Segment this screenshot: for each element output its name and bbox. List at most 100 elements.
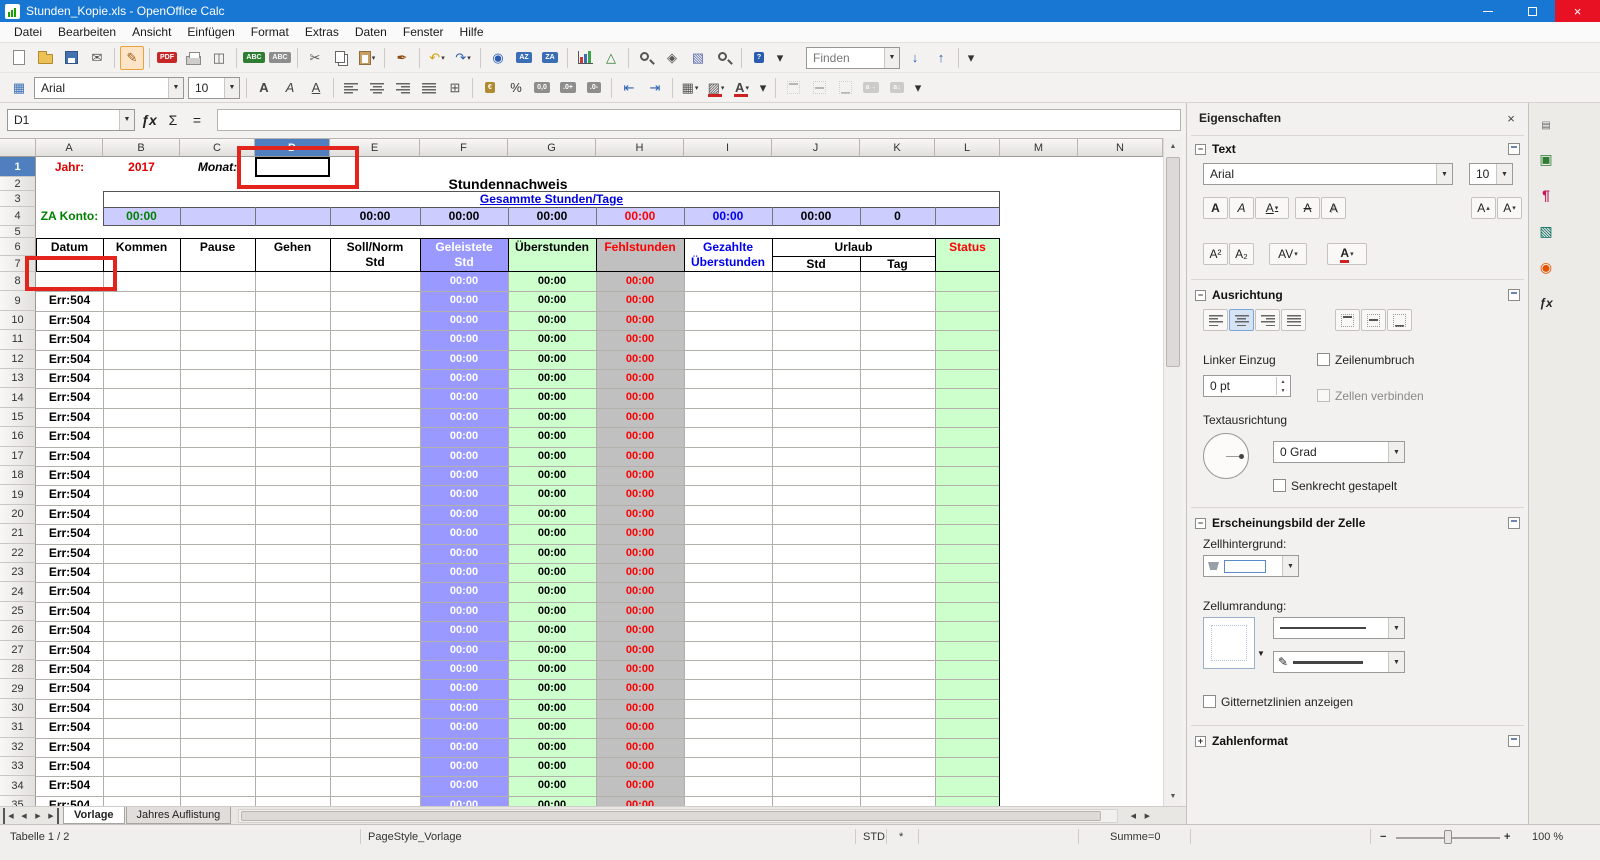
- cell-H13[interactable]: 00:00: [596, 369, 684, 388]
- clone-formatting-button[interactable]: ✒: [390, 46, 414, 70]
- hyperlink-button[interactable]: ◉: [486, 46, 510, 70]
- email-button[interactable]: ✉: [85, 46, 109, 70]
- sidebar-font-color-button[interactable]: A▾: [1327, 243, 1367, 265]
- indent-spinner[interactable]: ▲▼: [1276, 377, 1289, 395]
- undo-button[interactable]: ↶▾: [425, 46, 449, 70]
- sidebar-tab-functions[interactable]: ƒx: [1534, 291, 1558, 315]
- header-urlaub[interactable]: Urlaub: [772, 238, 935, 256]
- cell-G32[interactable]: 00:00: [508, 738, 596, 757]
- scroll-left-button[interactable]: ◀: [1126, 808, 1140, 824]
- sheet-tab-jahres-auflistung[interactable]: Jahres Auflistung: [126, 807, 232, 824]
- cell-A12[interactable]: Err:504: [36, 350, 103, 369]
- horizontal-scrollbar[interactable]: [238, 809, 1118, 823]
- format-percent-button[interactable]: %: [504, 76, 528, 100]
- cell-H16[interactable]: 00:00: [596, 427, 684, 446]
- cell-G21[interactable]: 00:00: [508, 524, 596, 543]
- cell-A24[interactable]: Err:504: [36, 582, 103, 601]
- spreadsheet-grid[interactable]: 1234567891011121314151617181920212223242…: [0, 157, 1163, 806]
- find-previous-button[interactable]: ↑: [929, 46, 953, 70]
- cell-H25[interactable]: 00:00: [596, 602, 684, 621]
- cell-G19[interactable]: 00:00: [508, 485, 596, 504]
- cell-A4[interactable]: ZA Konto:: [36, 207, 103, 226]
- cell-H15[interactable]: 00:00: [596, 408, 684, 427]
- row-header-20[interactable]: 20: [0, 505, 36, 524]
- number-section-expand-icon[interactable]: +: [1195, 736, 1206, 747]
- header-B[interactable]: Kommen: [103, 238, 180, 272]
- column-header-D[interactable]: D: [255, 138, 330, 157]
- find-combo[interactable]: Finden▼: [806, 47, 900, 69]
- wrap-text-checkbox[interactable]: [1317, 353, 1330, 366]
- row-header-34[interactable]: 34: [0, 776, 36, 795]
- std-overflow-button[interactable]: ▾: [773, 46, 787, 70]
- header-F[interactable]: GeleisteteStd: [420, 238, 508, 272]
- cell-F17[interactable]: 00:00: [420, 447, 508, 466]
- column-header-J[interactable]: J: [772, 138, 860, 157]
- cell-J4[interactable]: 00:00: [772, 207, 860, 226]
- cell-G23[interactable]: 00:00: [508, 563, 596, 582]
- cell-H17[interactable]: 00:00: [596, 447, 684, 466]
- italic-button[interactable]: A: [278, 76, 302, 100]
- cell-F13[interactable]: 00:00: [420, 369, 508, 388]
- cell-G9[interactable]: 00:00: [508, 291, 596, 310]
- find-dropdown-icon[interactable]: ▼: [884, 48, 899, 68]
- header-I[interactable]: GezahlteÜberstunden: [684, 238, 772, 272]
- row-header-27[interactable]: 27: [0, 641, 36, 660]
- header-E[interactable]: Soll/NormStd: [330, 238, 420, 272]
- vertical-scrollbar[interactable]: ▲ ▼: [1163, 138, 1182, 806]
- header-C[interactable]: Pause: [180, 238, 255, 272]
- cell-B1[interactable]: 2017: [103, 157, 180, 177]
- cell-F10[interactable]: 00:00: [420, 311, 508, 330]
- merge-cells-button[interactable]: ⊞: [443, 76, 467, 100]
- auto-spellcheck-button[interactable]: ABC: [268, 46, 292, 70]
- cell-F14[interactable]: 00:00: [420, 388, 508, 407]
- find-overflow-button[interactable]: ▾: [964, 46, 978, 70]
- cell-background-button[interactable]: ▼: [1203, 555, 1299, 577]
- cell-G28[interactable]: 00:00: [508, 660, 596, 679]
- character-spacing-button[interactable]: AV▾: [1269, 243, 1307, 265]
- cell-H22[interactable]: 00:00: [596, 544, 684, 563]
- cell-A19[interactable]: Err:504: [36, 485, 103, 504]
- sidebar-settings-button[interactable]: ▤: [1534, 113, 1558, 137]
- cell-E4[interactable]: 00:00: [330, 207, 420, 226]
- row-header-8[interactable]: 8: [0, 272, 36, 291]
- sidebar-font-name-combo[interactable]: Arial▼: [1203, 163, 1453, 185]
- menu-item-ansicht[interactable]: Ansicht: [124, 23, 179, 41]
- cell-H21[interactable]: 00:00: [596, 524, 684, 543]
- cell-A20[interactable]: Err:504: [36, 505, 103, 524]
- row-header-7[interactable]: 7: [0, 256, 36, 272]
- cell-F16[interactable]: 00:00: [420, 427, 508, 446]
- help-button[interactable]: ?: [747, 46, 771, 70]
- font-size-dropdown-icon[interactable]: ▼: [224, 78, 239, 98]
- cell-H11[interactable]: 00:00: [596, 330, 684, 349]
- cell-F32[interactable]: 00:00: [420, 738, 508, 757]
- first-sheet-button[interactable]: ◀: [3, 808, 17, 824]
- cell-F35[interactable]: 00:00: [420, 796, 508, 806]
- cell-F20[interactable]: 00:00: [420, 505, 508, 524]
- row-header-32[interactable]: 32: [0, 738, 36, 757]
- column-header-I[interactable]: I: [684, 138, 772, 157]
- formula-button[interactable]: =: [185, 109, 209, 131]
- cell-G33[interactable]: 00:00: [508, 757, 596, 776]
- center-vertically-button[interactable]: [807, 76, 831, 100]
- paste-button[interactable]: ▾: [355, 46, 379, 70]
- text-section-collapse-icon[interactable]: −: [1195, 144, 1206, 155]
- cell-A21[interactable]: Err:504: [36, 524, 103, 543]
- save-button[interactable]: [59, 46, 83, 70]
- sidebar-align-top-button[interactable]: [1335, 309, 1360, 331]
- fmt-overflow-button[interactable]: ▾: [756, 76, 770, 100]
- cell-G34[interactable]: 00:00: [508, 776, 596, 795]
- text-section-dialog-icon[interactable]: [1508, 143, 1520, 155]
- cell-A9[interactable]: Err:504: [36, 291, 103, 310]
- align-right-button[interactable]: [391, 76, 415, 100]
- cell-F21[interactable]: 00:00: [420, 524, 508, 543]
- cell-F25[interactable]: 00:00: [420, 602, 508, 621]
- sidebar-tab-properties[interactable]: ▣: [1534, 147, 1558, 171]
- sidebar-center-vertically-button[interactable]: [1361, 309, 1386, 331]
- sidebar-tab-styles[interactable]: ¶: [1534, 183, 1558, 207]
- cell-F4[interactable]: 00:00: [420, 207, 508, 226]
- header-J[interactable]: Std: [772, 256, 860, 272]
- header-A[interactable]: Datum: [36, 238, 103, 272]
- cell-H10[interactable]: 00:00: [596, 311, 684, 330]
- cell-F26[interactable]: 00:00: [420, 621, 508, 640]
- font-size-combo[interactable]: 10▼: [188, 77, 240, 99]
